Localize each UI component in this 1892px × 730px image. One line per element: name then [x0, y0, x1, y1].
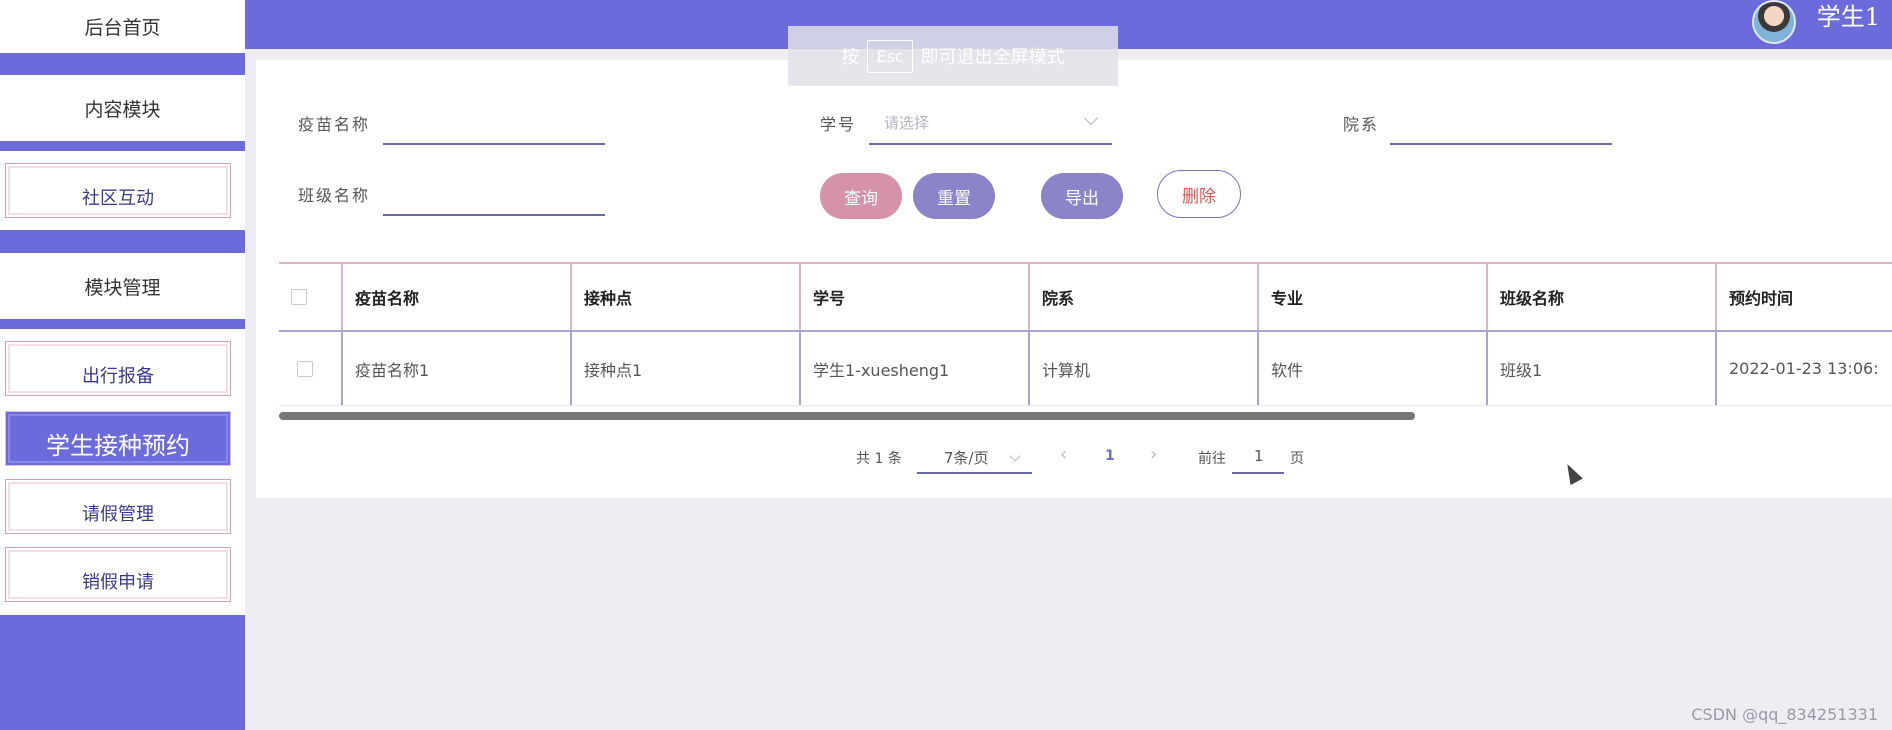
header-booking-time[interactable]: 预约时间: [1715, 264, 1892, 330]
toast-suffix: 即可退出全屏模式: [920, 47, 1065, 68]
menu-module-manage[interactable]: 模块管理: [0, 253, 245, 319]
sidebar-item-leave-cancel-label: 销假申请: [82, 572, 154, 593]
header-vaccine-name[interactable]: 疫苗名称: [341, 264, 570, 330]
cell-major: 软件: [1257, 332, 1486, 405]
export-button[interactable]: 导出: [1041, 173, 1123, 219]
select-all-cell: [279, 264, 341, 330]
fullscreen-toast: 按 Esc 即可退出全屏模式: [788, 26, 1118, 86]
pagination-total: 共 1 条: [856, 451, 902, 467]
submenu-modules: 出行报备 学生接种预约 请假管理 销假申请: [0, 329, 245, 615]
sidebar-item-community-label: 社区互动: [82, 188, 154, 209]
vaccine-name-input[interactable]: [383, 119, 605, 145]
cell-class-name: 班级1: [1486, 332, 1715, 405]
cell-booking-time: 2022-01-23 13:06:: [1715, 332, 1892, 405]
avatar[interactable]: [1752, 0, 1796, 44]
page-number-current[interactable]: 1: [1105, 448, 1115, 464]
username[interactable]: 学生1: [1817, 0, 1880, 34]
reset-button[interactable]: 重置: [913, 173, 995, 219]
header-major[interactable]: 专业: [1257, 264, 1486, 330]
sidebar-item-community[interactable]: 社区互动: [5, 163, 231, 218]
page-suffix: 页: [1290, 451, 1304, 467]
menu-home-label: 后台首页: [84, 17, 161, 39]
watermark: CSDN @qq_834251331: [1691, 705, 1878, 724]
toast-prefix: 按: [841, 47, 860, 68]
prev-page-icon[interactable]: ‹: [1060, 444, 1067, 465]
submenu-content: 社区互动: [0, 151, 245, 230]
row-select-cell: [279, 332, 341, 405]
cell-vaccine-name: 疫苗名称1: [341, 332, 570, 405]
row-checkbox[interactable]: [297, 360, 313, 377]
cell-vaccination-site: 接种点1: [570, 332, 799, 405]
horizontal-scrollbar[interactable]: [279, 412, 1415, 420]
sidebar-item-vaccination-booking-label: 学生接种预约: [46, 432, 190, 460]
menu-content-module[interactable]: 内容模块: [0, 75, 245, 141]
sidebar-item-travel-report-label: 出行报备: [82, 366, 154, 387]
menu-content-module-label: 内容模块: [84, 98, 161, 121]
department-label: 院系: [1343, 115, 1380, 134]
esc-key-icon: Esc: [867, 39, 913, 73]
sidebar: 后台首页 内容模块 社区互动 模块管理 出行报备 学生接种预约 请假管理 销假申…: [0, 0, 245, 730]
header-class-name[interactable]: 班级名称: [1486, 264, 1715, 330]
student-no-placeholder: 请选择: [884, 114, 930, 132]
header-vaccination-site[interactable]: 接种点: [570, 264, 799, 330]
sidebar-item-vaccination-booking[interactable]: 学生接种预约: [5, 411, 231, 466]
next-page-icon[interactable]: ›: [1150, 444, 1157, 465]
cell-student-no: 学生1-xuesheng1: [799, 332, 1028, 405]
query-button[interactable]: 查询: [820, 173, 902, 219]
goto-label: 前往: [1198, 451, 1226, 467]
sidebar-item-leave-cancel[interactable]: 销假申请: [5, 547, 231, 602]
table-row[interactable]: 疫苗名称1 接种点1 学生1-xuesheng1 计算机 软件 班级1 2022…: [279, 332, 1892, 406]
department-input[interactable]: [1390, 119, 1612, 145]
class-name-label: 班级名称: [298, 186, 371, 205]
sidebar-item-leave-manage[interactable]: 请假管理: [5, 479, 231, 534]
menu-home[interactable]: 后台首页: [0, 0, 245, 53]
select-all-checkbox[interactable]: [291, 289, 307, 305]
delete-button[interactable]: 删除: [1157, 170, 1241, 218]
cell-department: 计算机: [1028, 332, 1257, 405]
sidebar-item-travel-report[interactable]: 出行报备: [5, 341, 231, 396]
goto-page-value: 1: [1254, 447, 1264, 465]
menu-module-manage-label: 模块管理: [84, 276, 161, 299]
table-header-row: 疫苗名称 接种点 学号 院系 专业 班级名称 预约时间: [279, 262, 1892, 332]
header-student-no[interactable]: 学号: [799, 264, 1028, 330]
class-name-input[interactable]: [383, 190, 605, 216]
header-department[interactable]: 院系: [1028, 264, 1257, 330]
data-table: 疫苗名称 接种点 学号 院系 专业 班级名称 预约时间 疫苗名称1 接种点1 学…: [279, 262, 1892, 414]
sidebar-item-leave-manage-label: 请假管理: [82, 504, 154, 525]
page-size-value: 7条/页: [944, 449, 989, 467]
student-no-label: 学号: [820, 115, 857, 134]
vaccine-name-label: 疫苗名称: [298, 115, 371, 134]
